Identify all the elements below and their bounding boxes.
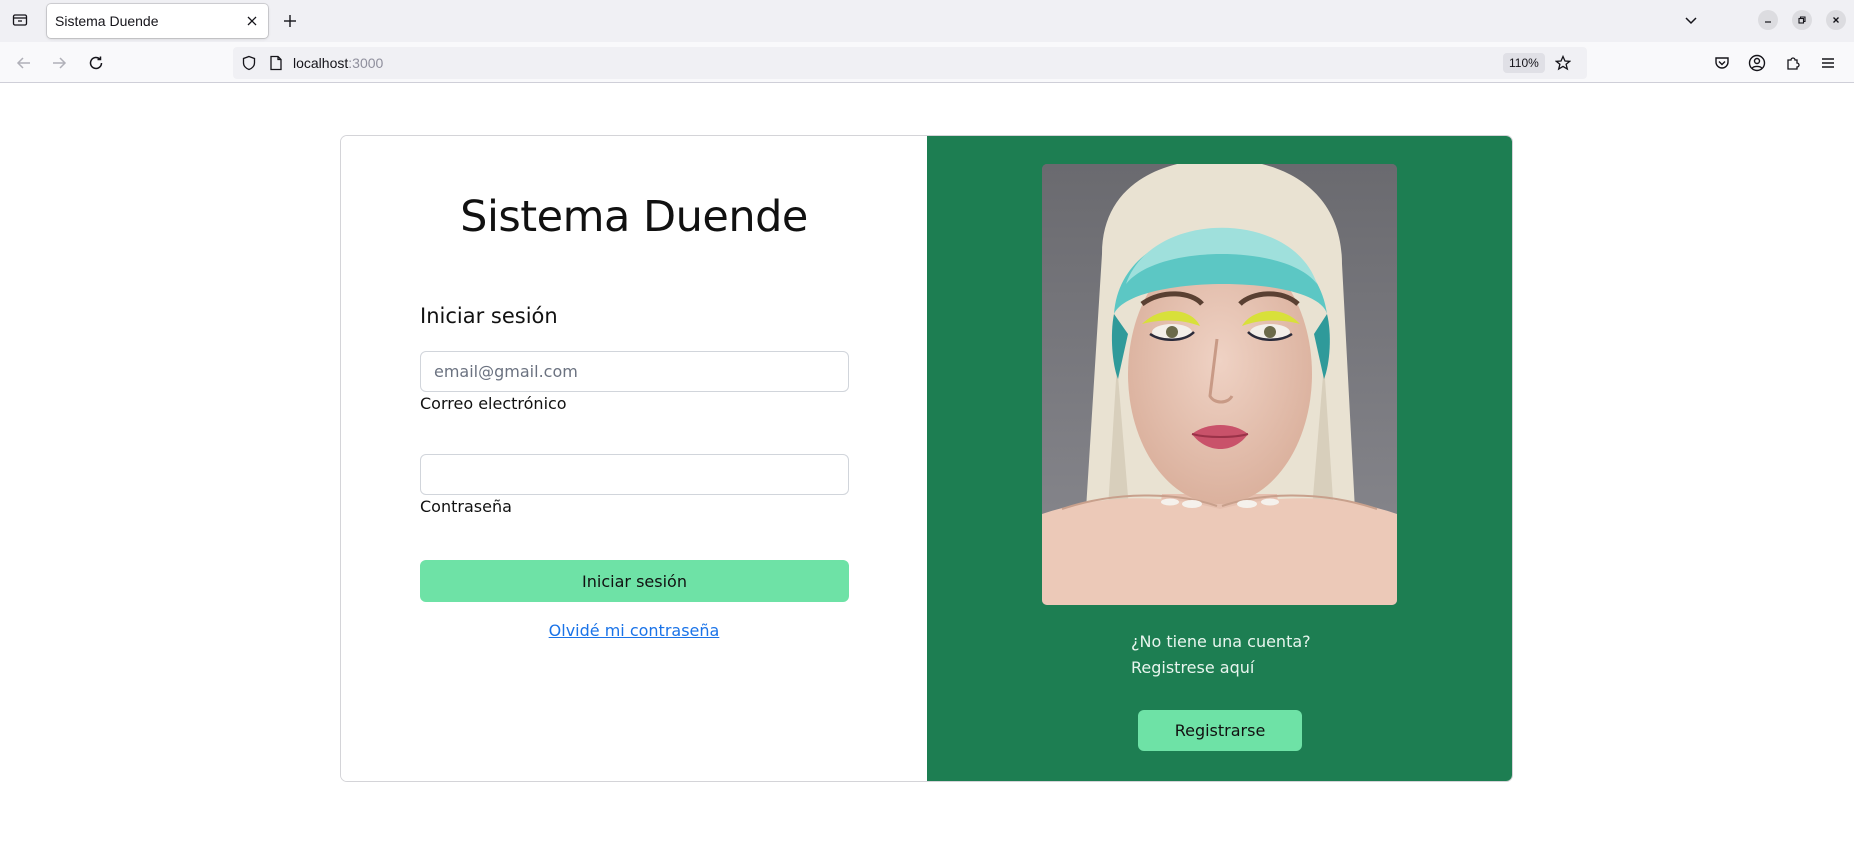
brand-title: Sistema Duende	[460, 192, 808, 242]
close-icon	[1833, 17, 1839, 23]
hamburger-menu-icon	[1822, 58, 1834, 68]
app-menu-button[interactable]	[1812, 47, 1844, 79]
close-window-button[interactable]	[1826, 10, 1846, 30]
new-tab-button[interactable]	[276, 7, 304, 35]
browser-tab-active[interactable]: Sistema Duende	[47, 4, 268, 38]
password-input[interactable]	[420, 454, 849, 495]
login-heading: Iniciar sesión	[420, 304, 558, 328]
navigation-toolbar: localhost:3000 110%	[0, 42, 1854, 83]
tab-list-button[interactable]	[6, 6, 34, 34]
url-host: localhost	[293, 55, 349, 71]
browser-tab-strip: Sistema Duende	[0, 0, 1854, 42]
signup-question: ¿No tiene una cuenta?	[1131, 632, 1311, 651]
email-label: Correo electrónico	[420, 394, 567, 413]
portrait-image	[1042, 164, 1397, 605]
extensions-button[interactable]	[1777, 47, 1809, 79]
minimize-icon	[1765, 21, 1771, 23]
page-info-icon[interactable]	[266, 53, 286, 73]
signup-pane: ¿No tiene una cuenta? Registrese aquí Re…	[927, 136, 1512, 781]
bookmark-star-icon[interactable]	[1553, 53, 1573, 73]
tab-list-icon	[12, 14, 28, 26]
signup-hint: Registrese aquí	[1131, 658, 1255, 677]
restore-icon	[1798, 16, 1806, 24]
plus-icon	[284, 15, 296, 27]
email-input[interactable]	[420, 351, 849, 392]
list-all-tabs-button[interactable]	[1677, 6, 1705, 34]
password-label: Contraseña	[420, 497, 512, 516]
chevron-down-icon	[1685, 17, 1697, 25]
tracking-protection-shield-icon[interactable]	[239, 53, 259, 73]
tab-close-button[interactable]	[242, 11, 262, 31]
restore-button[interactable]	[1792, 10, 1812, 30]
pocket-icon	[1715, 57, 1729, 69]
close-icon	[247, 16, 257, 26]
url-text[interactable]: localhost:3000	[293, 55, 383, 71]
login-card: Sistema Duende Iniciar sesión Correo ele…	[340, 135, 1513, 782]
arrow-left-icon	[16, 57, 30, 69]
reload-icon	[89, 56, 103, 70]
account-icon	[1748, 54, 1766, 72]
login-pane: Sistema Duende Iniciar sesión Correo ele…	[341, 136, 927, 781]
puzzle-icon	[1787, 57, 1800, 70]
arrow-right-icon	[53, 57, 67, 69]
login-button[interactable]: Iniciar sesión	[420, 560, 849, 602]
account-button[interactable]	[1741, 47, 1773, 79]
address-bar[interactable]: localhost:3000 110%	[233, 47, 1587, 79]
register-button[interactable]: Registrarse	[1138, 710, 1302, 751]
reload-button[interactable]	[80, 47, 112, 79]
zoom-level-badge[interactable]: 110%	[1503, 53, 1545, 73]
tab-title: Sistema Duende	[55, 13, 159, 29]
forward-button[interactable]	[43, 47, 75, 79]
url-port: :3000	[348, 55, 384, 71]
pocket-button[interactable]	[1706, 47, 1738, 79]
signup-prompt: ¿No tiene una cuenta? Registrese aquí	[1131, 629, 1311, 681]
minimize-button[interactable]	[1758, 10, 1778, 30]
back-button[interactable]	[8, 47, 40, 79]
forgot-password-link[interactable]: Olvidé mi contraseña	[341, 621, 927, 640]
